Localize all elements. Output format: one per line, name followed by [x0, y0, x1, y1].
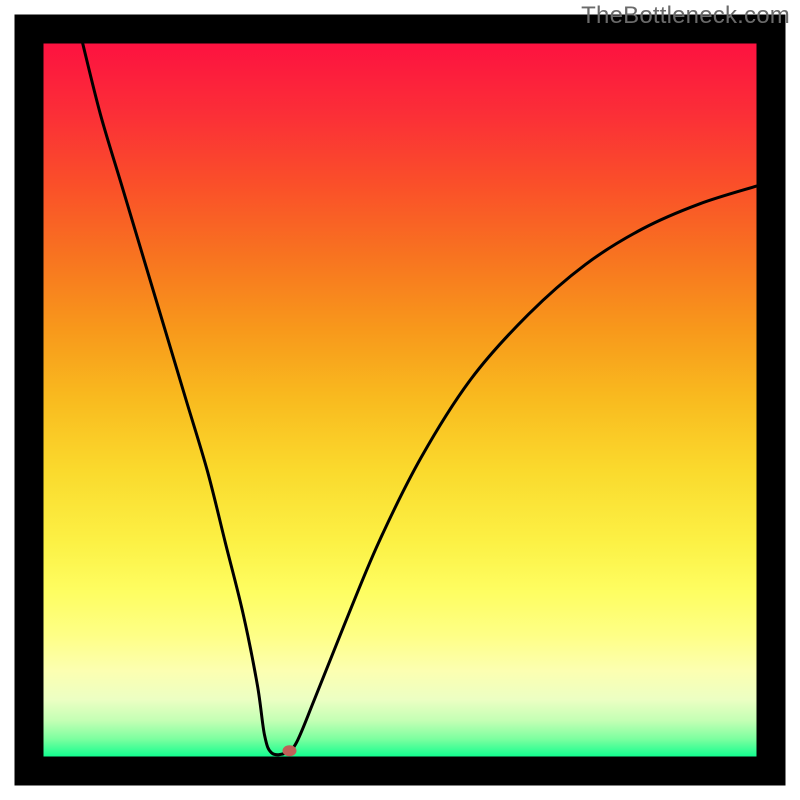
optimal-point-marker: [282, 745, 296, 756]
bottleneck-chart: [0, 0, 800, 800]
watermark-text: TheBottleneck.com: [581, 2, 790, 30]
gradient-background: [44, 44, 757, 757]
chart-container: TheBottleneck.com: [0, 0, 800, 800]
